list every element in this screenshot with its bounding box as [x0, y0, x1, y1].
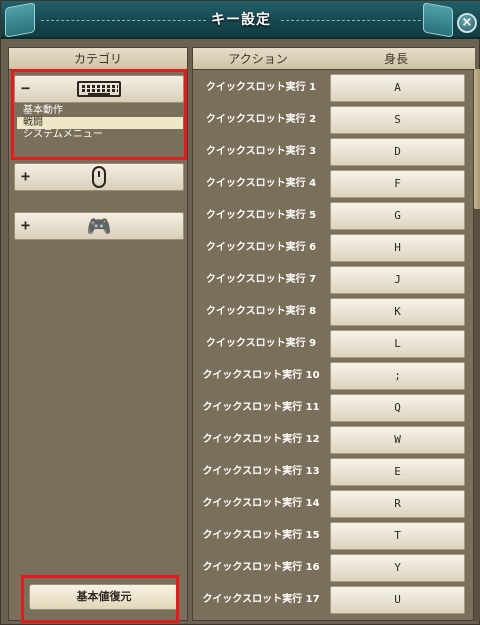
binding-row: クイックスロット実行 16 Y	[197, 554, 471, 582]
key-assign-button[interactable]: H	[330, 234, 465, 262]
binding-row: クイックスロット実行 3 D	[197, 138, 471, 166]
binding-row: クイックスロット実行 8 K	[197, 298, 471, 326]
category-gamepad-toggle[interactable]: + 🎮	[14, 212, 184, 240]
action-label: クイックスロット実行 10	[202, 370, 320, 381]
binding-row: クイックスロット実行 7 J	[197, 266, 471, 294]
binding-row: クイックスロット実行 17 U	[197, 586, 471, 614]
binding-row: クイックスロット実行 10 ;	[197, 362, 471, 390]
scroll-ornament-right	[423, 2, 453, 38]
gamepad-icon: 🎮	[86, 214, 112, 238]
binding-row: クイックスロット実行 1 A	[197, 74, 471, 102]
action-label: クイックスロット実行 14	[202, 498, 320, 509]
action-label: クイックスロット実行 17	[202, 594, 320, 605]
category-mouse-toggle[interactable]: +	[14, 163, 184, 191]
binding-panel: アクション 身長 クイックスロット実行 1 A クイックスロット実行 2 S ク…	[192, 47, 475, 621]
title-bar[interactable]: キー設定 ×	[1, 1, 480, 39]
binding-header: アクション 身長	[193, 48, 475, 70]
action-column-header: アクション	[228, 52, 288, 66]
action-label: クイックスロット実行 13	[202, 466, 320, 477]
mouse-icon	[92, 166, 106, 188]
action-label: クイックスロット実行 6	[205, 242, 317, 253]
action-label: クイックスロット実行 7	[205, 274, 317, 285]
key-settings-window: キー設定 × カテゴリ − 基本動作 戦闘 システムメニュー + + 🎮 基本値…	[0, 0, 480, 625]
action-label: クイックスロット実行 3	[205, 146, 317, 157]
key-assign-button[interactable]: J	[330, 266, 465, 294]
key-assign-button[interactable]: L	[330, 330, 465, 358]
key-assign-button[interactable]: S	[330, 106, 465, 134]
action-label: クイックスロット実行 9	[205, 338, 317, 349]
highlight-box-category	[11, 69, 187, 160]
key-assign-button[interactable]: ;	[330, 362, 465, 390]
close-button[interactable]: ×	[457, 13, 477, 33]
action-label: クイックスロット実行 11	[202, 402, 320, 413]
title-rule-right	[281, 20, 431, 21]
key-assign-button[interactable]: T	[330, 522, 465, 550]
action-label: クイックスロット実行 5	[205, 210, 317, 221]
binding-row: クイックスロット実行 14 R	[197, 490, 471, 518]
action-label: クイックスロット実行 8	[205, 306, 317, 317]
binding-row: クイックスロット実行 9 L	[197, 330, 471, 358]
key-assign-button[interactable]: K	[330, 298, 465, 326]
category-header: カテゴリ	[9, 48, 187, 70]
binding-row: クイックスロット実行 2 S	[197, 106, 471, 134]
action-label: クイックスロット実行 2	[205, 114, 317, 125]
key-assign-button[interactable]: Y	[330, 554, 465, 582]
scrollbar-thumb[interactable]	[474, 69, 480, 209]
highlight-box-reset	[21, 575, 179, 623]
key-assign-button[interactable]: G	[330, 202, 465, 230]
key-assign-button[interactable]: E	[330, 458, 465, 486]
action-label: クイックスロット実行 1	[205, 82, 317, 93]
binding-row: クイックスロット実行 13 E	[197, 458, 471, 486]
binding-row: クイックスロット実行 4 F	[197, 170, 471, 198]
action-label: クイックスロット実行 16	[202, 562, 320, 573]
binding-row: クイックスロット実行 6 H	[197, 234, 471, 262]
key-assign-button[interactable]: A	[330, 74, 465, 102]
binding-row: クイックスロット実行 11 Q	[197, 394, 471, 422]
key-assign-button[interactable]: R	[330, 490, 465, 518]
window-title: キー設定	[211, 12, 271, 28]
key-assign-button[interactable]: U	[330, 586, 465, 614]
binding-scrollbar[interactable]	[474, 69, 480, 621]
key-assign-button[interactable]: Q	[330, 394, 465, 422]
action-label: クイックスロット実行 4	[205, 178, 317, 189]
binding-row: クイックスロット実行 15 T	[197, 522, 471, 550]
action-label: クイックスロット実行 12	[202, 434, 320, 445]
binding-row: クイックスロット実行 12 W	[197, 426, 471, 454]
binding-row: クイックスロット実行 5 G	[197, 202, 471, 230]
action-label: クイックスロット実行 15	[202, 530, 320, 541]
key-column-header: 身長	[383, 52, 408, 66]
key-assign-button[interactable]: D	[330, 138, 465, 166]
key-assign-button[interactable]: F	[330, 170, 465, 198]
key-assign-button[interactable]: W	[330, 426, 465, 454]
